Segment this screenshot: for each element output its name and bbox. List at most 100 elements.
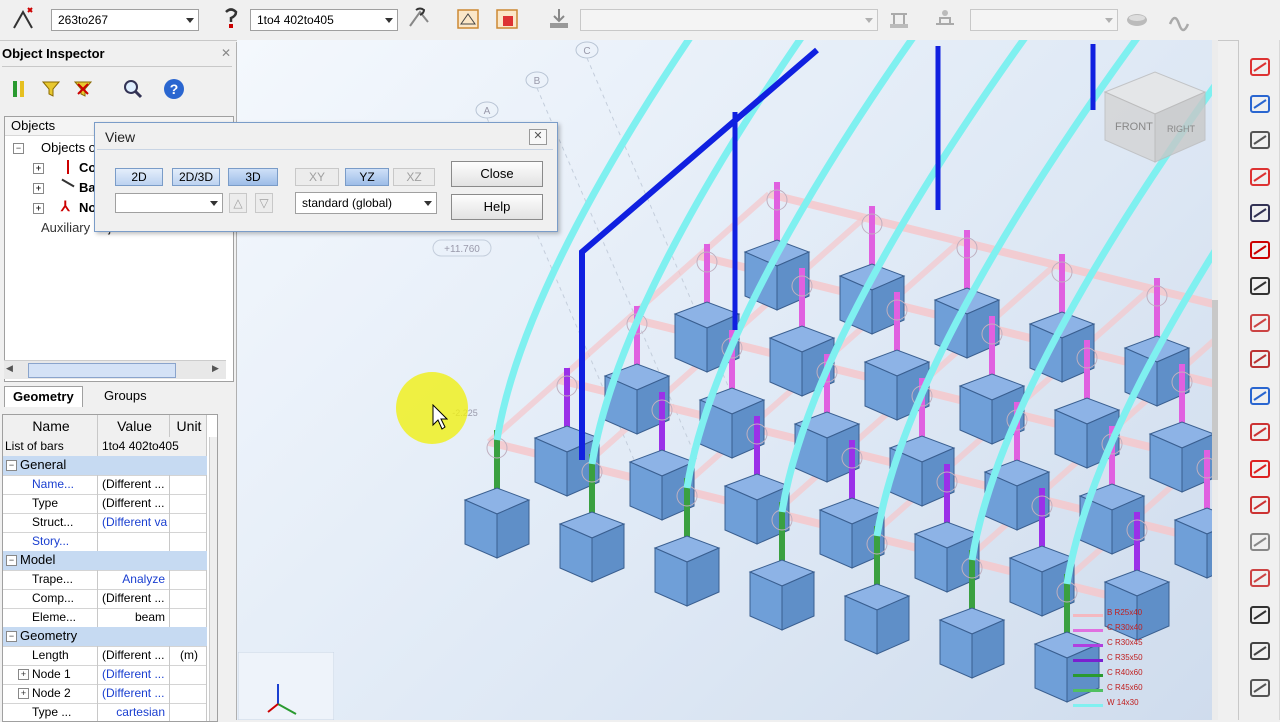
plane-xz-button[interactable]: XZ: [393, 168, 435, 186]
close-icon[interactable]: ✕: [529, 129, 547, 145]
mode-3d-button[interactable]: 3D: [228, 168, 278, 186]
help-icon[interactable]: ?: [163, 78, 185, 100]
help-button[interactable]: Help: [451, 194, 543, 220]
story-select[interactable]: [115, 193, 223, 213]
settings-icon[interactable]: [932, 6, 958, 32]
structure-view-icon[interactable]: [455, 6, 481, 32]
collapse-icon[interactable]: −: [6, 631, 17, 642]
load-icon[interactable]: [1247, 346, 1273, 372]
grid-cell-value[interactable]: (Different ...: [98, 684, 170, 703]
panel-icon[interactable]: [1247, 419, 1273, 445]
grid-row[interactable]: Eleme... beam: [3, 608, 207, 628]
slab-icon[interactable]: [1247, 310, 1273, 336]
grid-cell-value[interactable]: (Different ...: [98, 589, 170, 608]
collapse-icon[interactable]: −: [13, 143, 24, 154]
grid-section[interactable]: − General: [3, 456, 207, 476]
section-view-icon[interactable]: [494, 6, 520, 32]
support-icon[interactable]: [1247, 529, 1273, 555]
scroll-right-icon[interactable]: ▶: [212, 363, 219, 374]
grid-cell-value[interactable]: (Different ...: [98, 646, 170, 665]
grid-row[interactable]: Comp... (Different ...: [3, 589, 207, 609]
grid-section[interactable]: − Geometry: [3, 627, 207, 647]
col-header-name[interactable]: Name: [3, 415, 98, 437]
grid-row[interactable]: Type (Different ...: [3, 494, 207, 514]
grid-row[interactable]: Length (Different ... (m): [3, 646, 207, 666]
grid-row[interactable]: List of bars 1to4 402to405: [3, 437, 207, 457]
expand-icon[interactable]: +: [18, 669, 29, 680]
display-icon[interactable]: [1247, 91, 1273, 117]
grid-section[interactable]: − Model: [3, 551, 207, 571]
grid-icon[interactable]: [1247, 638, 1273, 664]
collapse-icon[interactable]: −: [6, 460, 17, 471]
expand-icon[interactable]: +: [33, 203, 44, 214]
mode-2d-button[interactable]: 2D: [115, 168, 163, 186]
grid-row[interactable]: Type ... cartesian: [3, 703, 207, 721]
cross-section-icon[interactable]: [1166, 6, 1192, 32]
bar-filter-icon[interactable]: [406, 6, 432, 32]
scroll-left-icon[interactable]: ◀: [6, 363, 13, 374]
legend-swatch: [1073, 689, 1103, 692]
grid-vertical-scrollbar[interactable]: [209, 437, 217, 721]
material-icon[interactable]: [1247, 200, 1273, 226]
dimension-icon[interactable]: [1247, 602, 1273, 628]
filter-icon[interactable]: [40, 78, 62, 100]
expand-icon[interactable]: +: [33, 163, 44, 174]
col-header-value[interactable]: Value: [98, 415, 170, 437]
grid-cell-value[interactable]: (Different ...: [98, 494, 170, 513]
rebar-icon[interactable]: [1247, 675, 1273, 701]
expand-icon[interactable]: +: [18, 688, 29, 699]
i-beam-icon[interactable]: [1247, 456, 1273, 482]
grid-cell-value[interactable]: beam: [98, 608, 170, 627]
story-up-button[interactable]: △: [229, 193, 247, 213]
grid-row[interactable]: Node 1 (Different ... +: [3, 665, 207, 685]
tab-geometry[interactable]: Geometry: [4, 386, 83, 407]
zoom-icon[interactable]: [1247, 54, 1273, 80]
grid-cell-value[interactable]: Analyze: [98, 570, 170, 589]
disabled-combo-1[interactable]: [580, 9, 878, 31]
selection-combo[interactable]: 263to267: [51, 9, 199, 31]
grid-cell-value[interactable]: (Different ...: [98, 475, 170, 494]
col-header-unit[interactable]: Unit: [170, 415, 207, 437]
grid-cell-value[interactable]: [98, 532, 170, 551]
grid-row[interactable]: Node 2 (Different ... +: [3, 684, 207, 704]
tab-groups[interactable]: Groups: [96, 386, 155, 406]
objects-icon[interactable]: [8, 78, 30, 100]
bars-combo[interactable]: 1to4 402to405: [250, 9, 398, 31]
legend-swatch: [1073, 659, 1103, 662]
close-icon[interactable]: ✕: [220, 47, 232, 59]
pick-icon[interactable]: [10, 6, 36, 32]
grid-row[interactable]: Name... (Different ...: [3, 475, 207, 495]
grid-row[interactable]: Story...: [3, 532, 207, 552]
node-icon: ⅄: [61, 198, 70, 214]
story-down-button[interactable]: ▽: [255, 193, 273, 213]
grid-cell-value[interactable]: (Different va: [98, 513, 170, 532]
tree-horizontal-scrollbar[interactable]: ◀ ▶: [4, 360, 226, 379]
copy-icon[interactable]: [1247, 492, 1273, 518]
mode-2d3d-button[interactable]: 2D/3D: [172, 168, 220, 186]
node-icon[interactable]: [1247, 237, 1273, 263]
grid-cell-value[interactable]: cartesian: [98, 703, 170, 721]
close-button[interactable]: Close: [451, 161, 543, 187]
grid-row[interactable]: Trape... Analyze: [3, 570, 207, 590]
grid-cell-value[interactable]: (Different ...: [98, 665, 170, 684]
coordinate-system-select[interactable]: standard (global): [295, 192, 437, 214]
plane-xy-button[interactable]: XY: [295, 168, 339, 186]
bar-icon[interactable]: [1247, 273, 1273, 299]
support-icon[interactable]: [546, 6, 572, 32]
section-icon[interactable]: [1247, 164, 1273, 190]
find-icon[interactable]: [122, 78, 144, 100]
disabled-combo-2[interactable]: [970, 9, 1118, 31]
clear-filter-icon[interactable]: [72, 78, 94, 100]
edit-icon[interactable]: [1247, 565, 1273, 591]
select-filter-icon[interactable]: [218, 6, 244, 32]
plane-yz-button[interactable]: YZ: [345, 168, 389, 186]
grid-cell-value[interactable]: 1to4 402to405: [98, 437, 207, 456]
collapse-icon[interactable]: −: [6, 555, 17, 566]
scroll-thumb[interactable]: [28, 363, 176, 378]
line-icon[interactable]: [1247, 127, 1273, 153]
load-icon[interactable]: [886, 6, 912, 32]
hide-icon[interactable]: [1124, 6, 1150, 32]
measure-icon[interactable]: [1247, 383, 1273, 409]
grid-row[interactable]: Struct... (Different va: [3, 513, 207, 533]
expand-icon[interactable]: +: [33, 183, 44, 194]
